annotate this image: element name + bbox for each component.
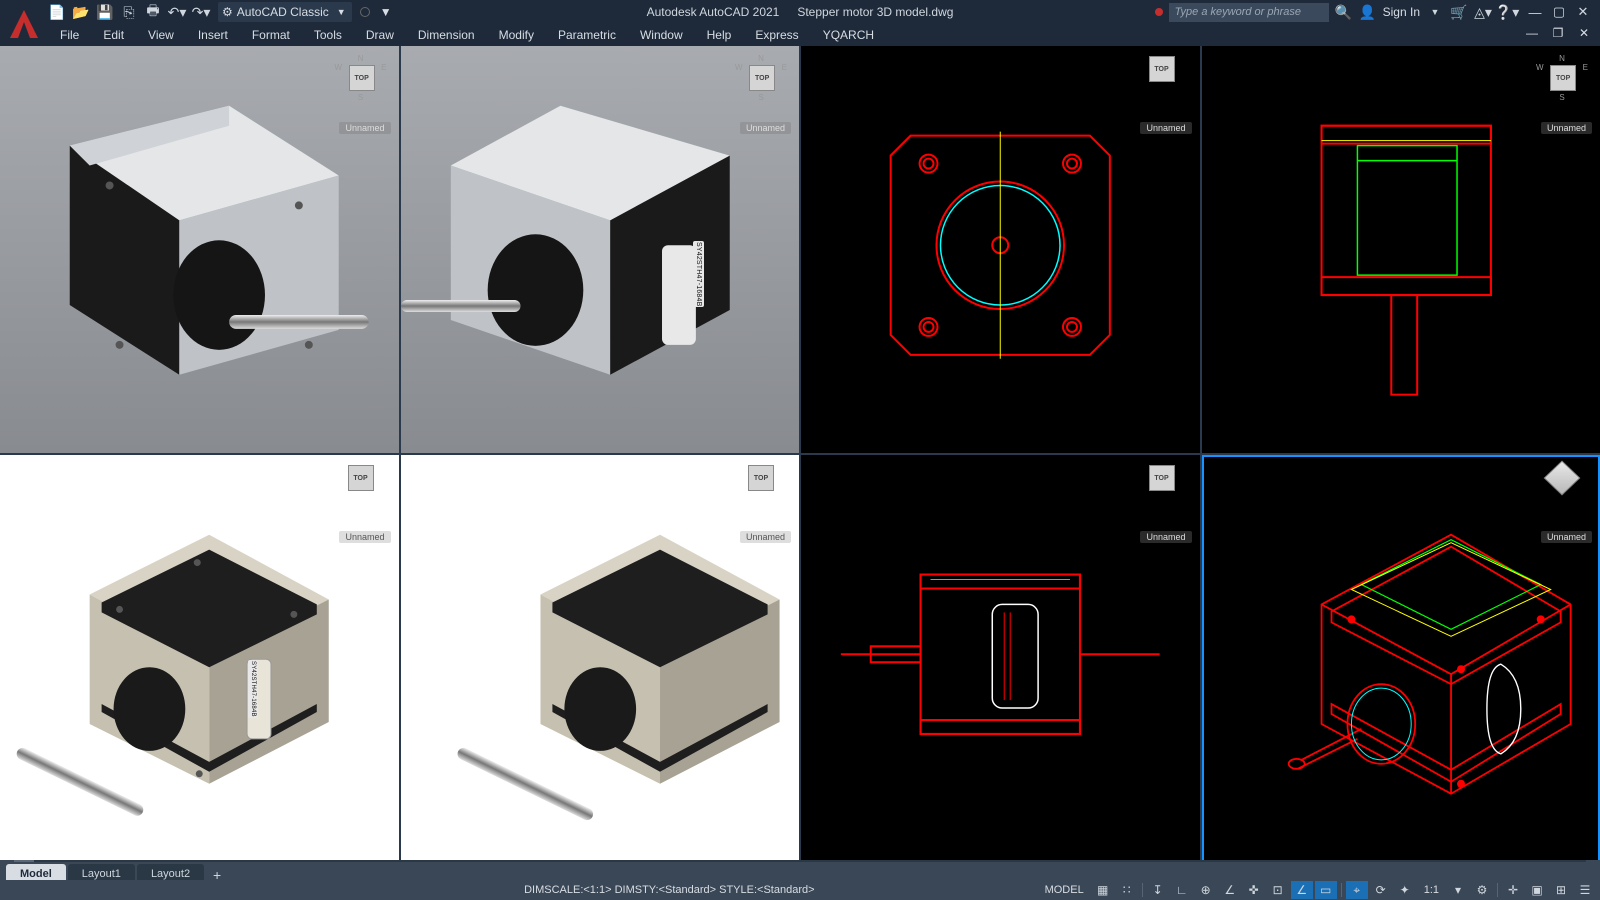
- title-document: Stepper motor 3D model.dwg: [797, 5, 953, 19]
- sign-in-button[interactable]: Sign In: [1383, 5, 1420, 19]
- status-model[interactable]: MODEL: [1039, 884, 1090, 896]
- window-minimize-button[interactable]: —: [1524, 3, 1546, 21]
- menu-format[interactable]: Format: [240, 28, 302, 42]
- gear-icon: ⚙: [222, 5, 233, 19]
- menu-window[interactable]: Window: [628, 28, 695, 42]
- wire-iso: [1202, 455, 1600, 834]
- model-plate: SY42STH47-1684B: [693, 241, 704, 307]
- view-label[interactable]: Unnamed: [1140, 531, 1191, 543]
- ui-toggle-icon[interactable]: ✛: [1502, 881, 1524, 899]
- help-icon[interactable]: ❔▾: [1498, 3, 1516, 21]
- status-dim-text: DIMSCALE:<1:1> DIMSTY:<Standard> STYLE:<…: [524, 884, 814, 896]
- doc-close-button[interactable]: ✕: [1572, 26, 1596, 40]
- title-product: Autodesk AutoCAD 2021: [647, 5, 780, 19]
- shade-motor-1: [0, 455, 398, 834]
- menu-bar: File Edit View Insert Format Tools Draw …: [0, 24, 1600, 46]
- menu-parametric[interactable]: Parametric: [546, 28, 628, 42]
- wire-top: [801, 46, 1199, 425]
- workspace-led: [360, 7, 370, 17]
- view-label[interactable]: Unnamed: [339, 531, 390, 543]
- qat-save-icon[interactable]: 💾: [96, 3, 114, 21]
- doc-minimize-button[interactable]: —: [1520, 26, 1544, 40]
- menu-view[interactable]: View: [136, 28, 186, 42]
- viewport-1[interactable]: N W TOP E S Unnamed: [0, 46, 399, 453]
- viewport-8[interactable]: Unnamed: [1202, 455, 1600, 862]
- menu-express[interactable]: Express: [743, 28, 810, 42]
- render-motor-2: [401, 46, 799, 425]
- customize-icon[interactable]: ☰: [1574, 881, 1596, 899]
- viewport-6[interactable]: TOP Unnamed: [401, 455, 800, 862]
- cart-icon[interactable]: 🛒: [1450, 3, 1468, 21]
- units-icon[interactable]: ⊞: [1550, 881, 1572, 899]
- viewport-2[interactable]: SY42STH47-1684B N WTOPE S Unnamed: [401, 46, 800, 453]
- cycling-icon[interactable]: ⟳: [1370, 881, 1392, 899]
- window-close-button[interactable]: ✕: [1572, 3, 1594, 21]
- viewport-4[interactable]: N WTOPE S Unnamed: [1202, 46, 1600, 453]
- search-input[interactable]: Type a keyword or phrase: [1169, 3, 1329, 22]
- qat-new-icon[interactable]: 📄: [48, 3, 66, 21]
- app-logo[interactable]: [4, 4, 44, 44]
- autodesk-app-icon[interactable]: ◬▾: [1474, 3, 1492, 21]
- view-label[interactable]: Unnamed: [1541, 531, 1592, 543]
- search-icon[interactable]: 🔍: [1335, 3, 1353, 21]
- wire-side: [1202, 46, 1600, 425]
- 3dosnap-icon[interactable]: ⊡: [1267, 881, 1289, 899]
- view-label[interactable]: Unnamed: [1140, 122, 1191, 134]
- view-label[interactable]: Unnamed: [740, 122, 791, 134]
- doc-restore-button[interactable]: ❐: [1546, 26, 1570, 40]
- search-led-icon: [1155, 8, 1163, 16]
- tpy-icon[interactable]: ⌖: [1346, 881, 1368, 899]
- gizmo-icon[interactable]: ✦: [1394, 881, 1416, 899]
- osnap-icon[interactable]: ✜: [1243, 881, 1265, 899]
- menu-tools[interactable]: Tools: [302, 28, 354, 42]
- lineweight-icon[interactable]: ▭: [1315, 881, 1337, 899]
- shade-motor-2: [401, 455, 799, 834]
- menu-dimension[interactable]: Dimension: [406, 28, 487, 42]
- view-label[interactable]: Unnamed: [740, 531, 791, 543]
- menu-yqarch[interactable]: YQARCH: [811, 28, 886, 42]
- qat-redo-icon[interactable]: ↷▾: [192, 3, 210, 21]
- user-menu-chevron[interactable]: ▼: [1426, 3, 1444, 21]
- infer-icon[interactable]: ↧: [1147, 881, 1169, 899]
- chevron-down-icon: ▼: [337, 7, 346, 17]
- view-label[interactable]: Unnamed: [339, 122, 390, 134]
- anno-scale[interactable]: 1:1: [1418, 884, 1445, 896]
- qat-print-icon[interactable]: 🖶: [144, 3, 162, 21]
- view-label[interactable]: Unnamed: [1541, 122, 1592, 134]
- menu-edit[interactable]: Edit: [91, 28, 136, 42]
- iso-icon[interactable]: ∠: [1219, 881, 1241, 899]
- quickprops-icon[interactable]: ▣: [1526, 881, 1548, 899]
- snap-icon[interactable]: ∷: [1116, 881, 1138, 899]
- qat-more[interactable]: ▼: [378, 2, 394, 22]
- otrack-icon[interactable]: ∠: [1291, 881, 1313, 899]
- user-icon[interactable]: 👤: [1359, 3, 1377, 21]
- menu-modify[interactable]: Modify: [487, 28, 546, 42]
- status-bar: DIMSCALE:<1:1> DIMSTY:<Standard> STYLE:<…: [0, 880, 1600, 900]
- render-motor-1: [0, 46, 398, 425]
- ortho-icon[interactable]: ∟: [1171, 881, 1193, 899]
- window-maximize-button[interactable]: ▢: [1548, 3, 1570, 21]
- wire-right: [801, 455, 1199, 834]
- qat-saveas-icon[interactable]: ⎘: [120, 3, 138, 21]
- qat-undo-icon[interactable]: ↶▾: [168, 3, 186, 21]
- qat-open-icon[interactable]: 📂: [72, 3, 90, 21]
- menu-draw[interactable]: Draw: [354, 28, 406, 42]
- model-plate: SY42STH47-1684B: [248, 660, 258, 718]
- menu-help[interactable]: Help: [695, 28, 744, 42]
- workspace-label: AutoCAD Classic: [237, 5, 329, 19]
- viewport-3[interactable]: TOP Unnamed: [801, 46, 1200, 453]
- menu-file[interactable]: File: [48, 28, 91, 42]
- anno-menu-icon[interactable]: ▾: [1447, 881, 1469, 899]
- grid-icon[interactable]: ▦: [1092, 881, 1114, 899]
- gear-status-icon[interactable]: ⚙: [1471, 881, 1493, 899]
- menu-insert[interactable]: Insert: [186, 28, 240, 42]
- viewport-5[interactable]: SY42STH47-1684B TOP Unnamed: [0, 455, 399, 862]
- polar-icon[interactable]: ⊕: [1195, 881, 1217, 899]
- workspace-selector[interactable]: ⚙ AutoCAD Classic ▼: [218, 2, 352, 22]
- viewport-7[interactable]: TOP Unnamed: [801, 455, 1200, 862]
